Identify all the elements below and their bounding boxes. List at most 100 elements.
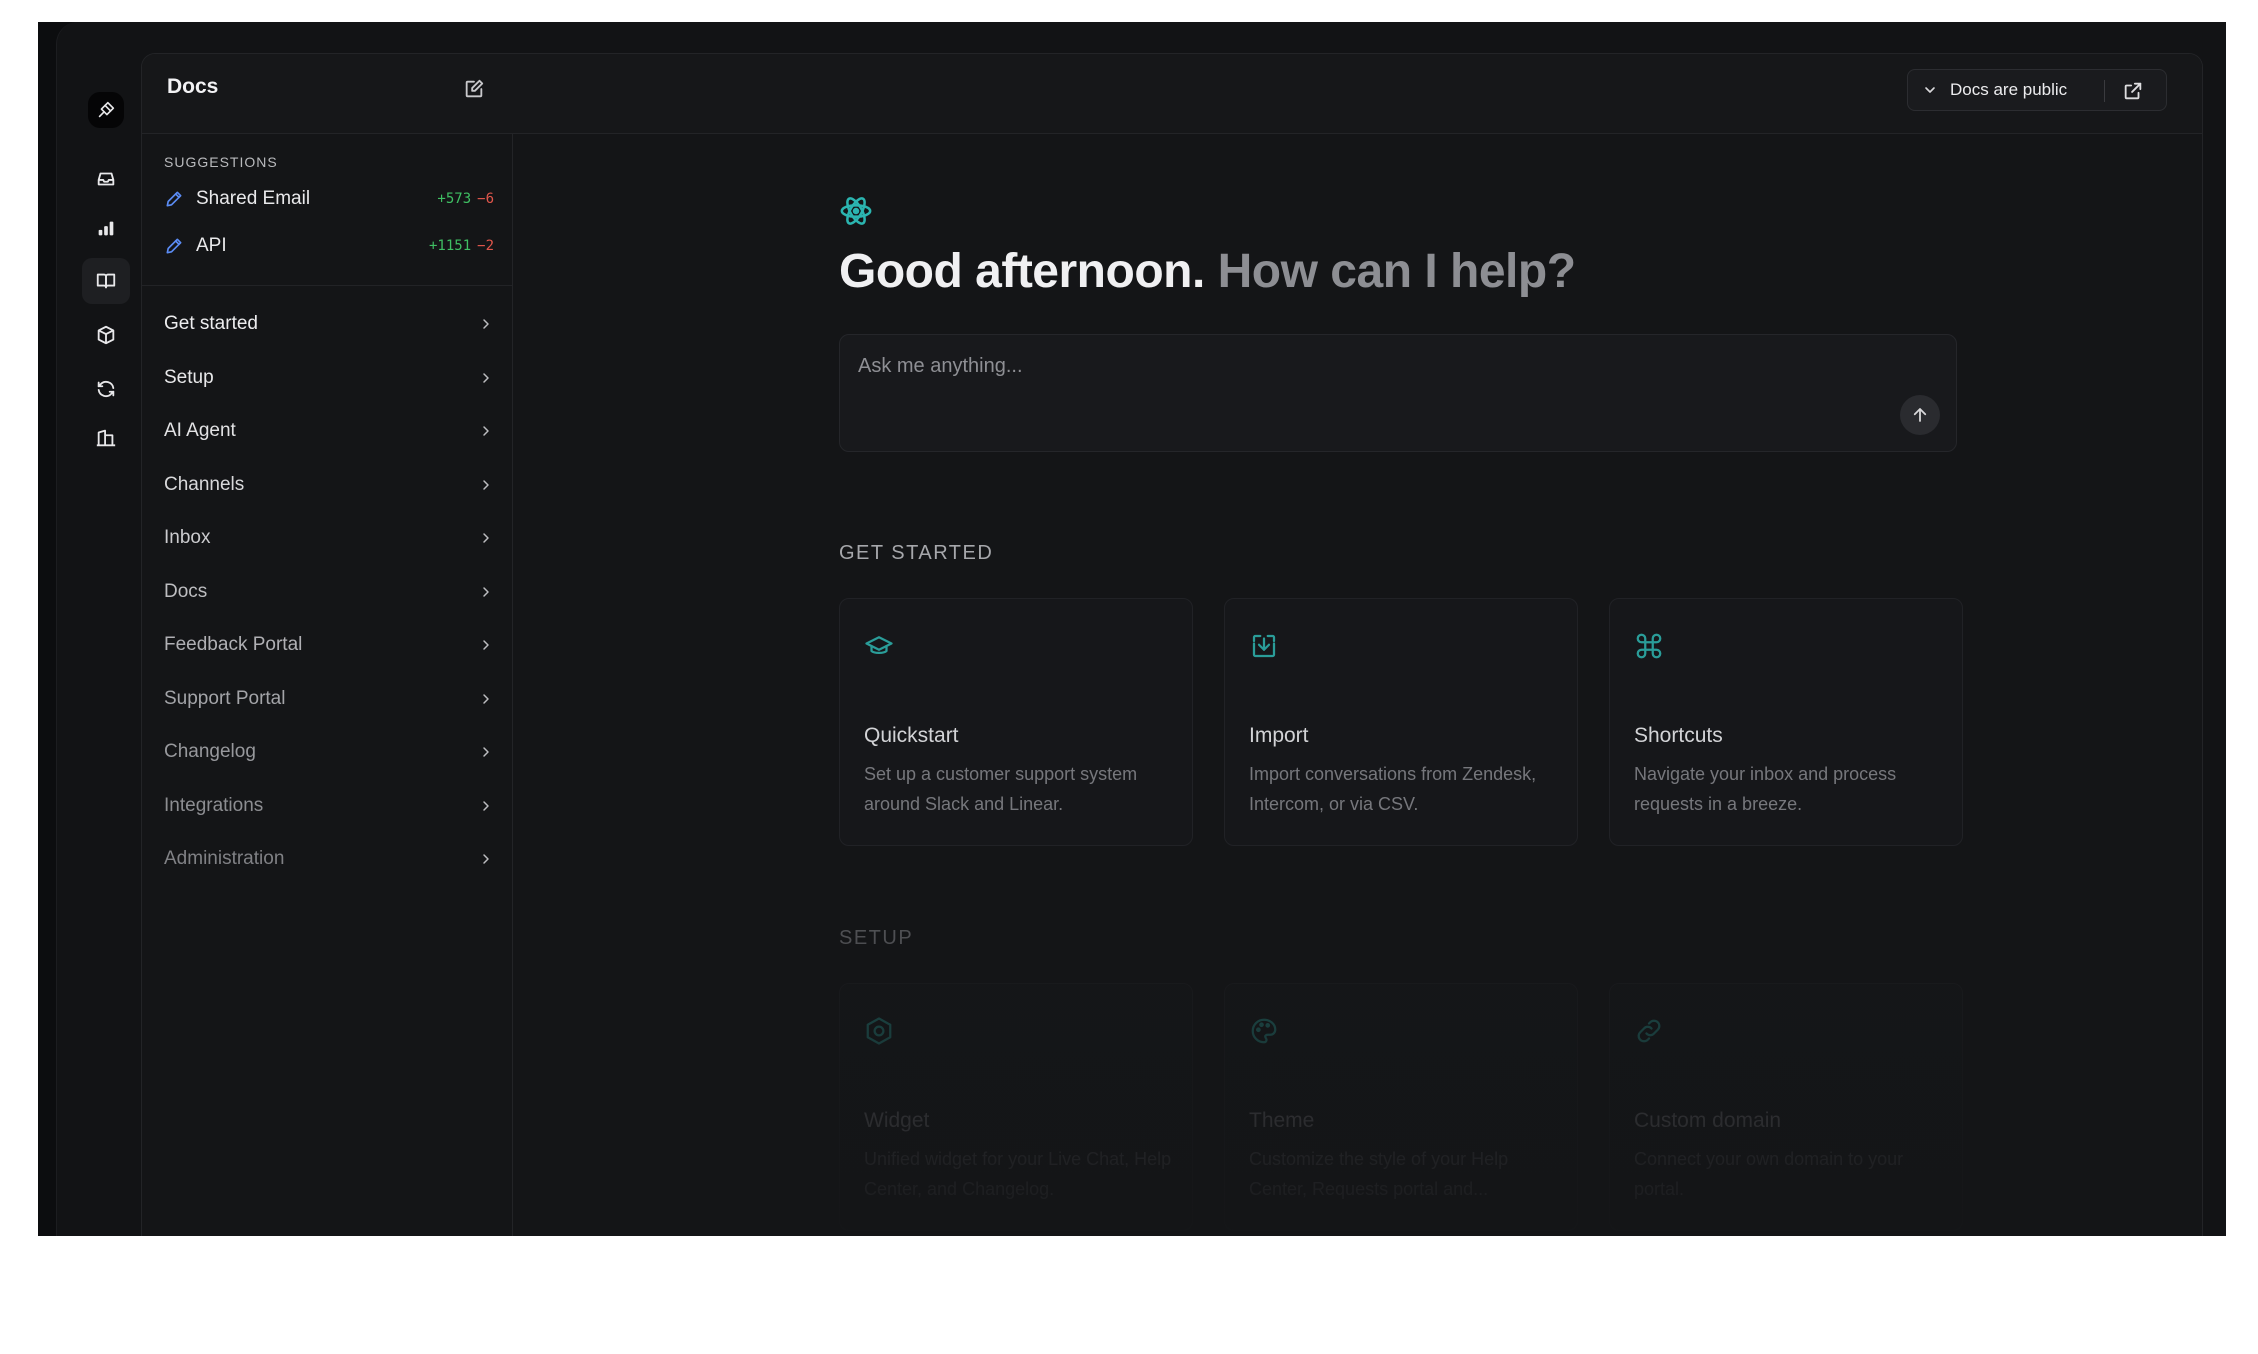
command-icon xyxy=(1636,633,1662,659)
external-link-icon[interactable] xyxy=(2122,80,2144,102)
card-quickstart[interactable]: Quickstart Set up a customer support syst… xyxy=(839,598,1193,846)
card-title: Widget xyxy=(864,1109,930,1132)
nav-item-label: Changelog xyxy=(164,741,256,762)
card-description: Connect your own domain to your portal. xyxy=(1634,1149,1904,1199)
card-theme[interactable]: Theme Customize the style of your Help Ce… xyxy=(1224,983,1578,1231)
docs-sidebar: SUGGESTIONS Shared Email +573 −6 API +115… xyxy=(142,134,513,1236)
lines-added: +573 xyxy=(437,191,472,207)
nav-item-get-started[interactable]: Get started xyxy=(164,304,494,344)
get-started-heading: GET STARTED xyxy=(839,542,994,564)
chevron-right-icon xyxy=(483,533,489,543)
nav-item-label: Get started xyxy=(164,313,258,334)
pencil-icon xyxy=(166,191,182,207)
nav-item-support-portal[interactable]: Support Portal xyxy=(164,679,494,719)
card-description: Navigate your inbox and process requests… xyxy=(1634,764,1897,814)
nav-item-changelog[interactable]: Changelog xyxy=(164,732,494,772)
send-button[interactable] xyxy=(1900,395,1940,435)
nav-item-label: Channels xyxy=(164,473,245,495)
card-title: Shortcuts xyxy=(1634,724,1723,747)
card-description: Set up a customer support system around … xyxy=(864,764,1138,814)
analytics-icon[interactable] xyxy=(82,205,130,251)
graduation-cap-icon xyxy=(865,636,893,654)
visibility-label: Docs are public xyxy=(1950,80,2068,99)
suggestion-diff: +573 −6 xyxy=(437,191,494,207)
chevron-right-icon xyxy=(483,479,489,490)
suggestions-heading: SUGGESTIONS xyxy=(164,154,278,170)
nav-item-inbox[interactable]: Inbox xyxy=(164,518,494,558)
chevron-down-icon xyxy=(1925,87,1935,93)
suggestion-item[interactable]: Shared Email +573 −6 xyxy=(164,184,494,214)
app-window: Docs Docs are public SUGGESTIONS Shared … xyxy=(38,22,2226,1236)
card-description: Unified widget for your Live Chat, Help … xyxy=(864,1149,1172,1199)
suggestion-item[interactable]: API +1151 −2 xyxy=(164,231,494,261)
nav-item-feedback-portal[interactable]: Feedback Portal xyxy=(164,625,494,665)
chevron-right-icon xyxy=(483,800,489,811)
card-shortcuts[interactable]: Shortcuts Navigate your inbox and process… xyxy=(1609,598,1963,846)
new-doc-button[interactable] xyxy=(460,75,488,103)
ask-input[interactable]: Ask me anything... xyxy=(839,334,1957,452)
app-shell: Docs Docs are public SUGGESTIONS Shared … xyxy=(56,22,2226,1236)
nav-item-label: Feedback Portal xyxy=(164,634,303,655)
card-custom-domain[interactable]: Custom domain Connect your own domain to … xyxy=(1609,983,1963,1231)
chevron-right-icon xyxy=(483,372,489,383)
greeting-primary: Good afternoon. xyxy=(839,245,1205,298)
lines-added: +1151 xyxy=(428,238,472,254)
chevron-right-icon xyxy=(483,319,489,329)
lines-removed: −6 xyxy=(477,191,494,207)
nav-item-administration[interactable]: Administration xyxy=(164,839,494,879)
suggestion-name: API xyxy=(196,235,227,256)
nav-item-setup[interactable]: Setup xyxy=(164,358,494,398)
nav-item-channels[interactable]: Channels xyxy=(164,465,494,505)
link-icon xyxy=(1637,1019,1661,1043)
pencil-icon xyxy=(166,238,182,254)
divider xyxy=(2104,80,2105,102)
card-title: Custom domain xyxy=(1634,1109,1782,1132)
suggestion-diff: +1151 −2 xyxy=(429,238,494,254)
card-title: Theme xyxy=(1249,1109,1315,1132)
nav-item-ai-agent[interactable]: AI Agent xyxy=(164,411,494,451)
nav-item-label: Administration xyxy=(164,848,285,869)
card-description: Customize the style of your Help Center,… xyxy=(1249,1149,1509,1199)
suggestion-name: Shared Email xyxy=(196,188,311,209)
card-widget[interactable]: Widget Unified widget for your Live Chat,… xyxy=(839,983,1193,1231)
nav-item-label: Integrations xyxy=(164,794,264,816)
chevron-right-icon xyxy=(483,854,489,864)
nav-item-label: AI Agent xyxy=(164,420,236,441)
chevron-right-icon xyxy=(483,693,489,704)
lines-removed: −2 xyxy=(477,238,494,254)
chevron-right-icon xyxy=(483,586,489,597)
visibility-dropdown[interactable]: Docs are public xyxy=(1907,69,2167,111)
nav-item-integrations[interactable]: Integrations xyxy=(164,786,494,826)
box-icon[interactable] xyxy=(82,312,130,358)
ask-placeholder: Ask me anything... xyxy=(858,355,1023,377)
card-title: Quickstart xyxy=(864,724,959,747)
greeting-secondary: How can I help? xyxy=(1217,245,1576,298)
chevron-right-icon xyxy=(483,426,489,436)
card-import[interactable]: Import Import conversations from Zendesk,… xyxy=(1224,598,1578,846)
logo-icon[interactable] xyxy=(88,92,124,128)
card-title: Import xyxy=(1249,724,1309,747)
setup-heading: SETUP xyxy=(839,927,914,949)
nav-item-label: Setup xyxy=(164,366,214,388)
inbox-icon[interactable] xyxy=(82,156,130,202)
docs-home: Good afternoon. How can I help? Ask me a… xyxy=(513,134,2202,1236)
sync-icon[interactable] xyxy=(82,366,130,412)
top-bar: Docs Docs are public xyxy=(142,54,2202,134)
card-description: Import conversations from Zendesk, Inter… xyxy=(1249,764,1537,814)
arrow-up-icon xyxy=(1913,408,1927,422)
nav-item-docs[interactable]: Docs xyxy=(164,572,494,612)
atom-icon xyxy=(840,197,872,225)
page-title: Docs xyxy=(167,75,219,98)
nav-item-label: Inbox xyxy=(164,527,211,548)
import-icon xyxy=(1252,634,1276,658)
docs-icon[interactable] xyxy=(82,258,130,304)
chevron-right-icon xyxy=(483,640,489,650)
nav-item-label: Docs xyxy=(164,580,208,602)
palette-icon xyxy=(1251,1018,1277,1044)
nav-item-label: Support Portal xyxy=(164,687,286,709)
greeting-heading: Good afternoon. How can I help? xyxy=(839,244,1576,299)
widget-icon xyxy=(866,1017,892,1045)
edit-icon xyxy=(465,79,484,98)
main-panel: Docs Docs are public SUGGESTIONS Shared … xyxy=(141,53,2203,1236)
building-icon[interactable] xyxy=(82,415,130,461)
